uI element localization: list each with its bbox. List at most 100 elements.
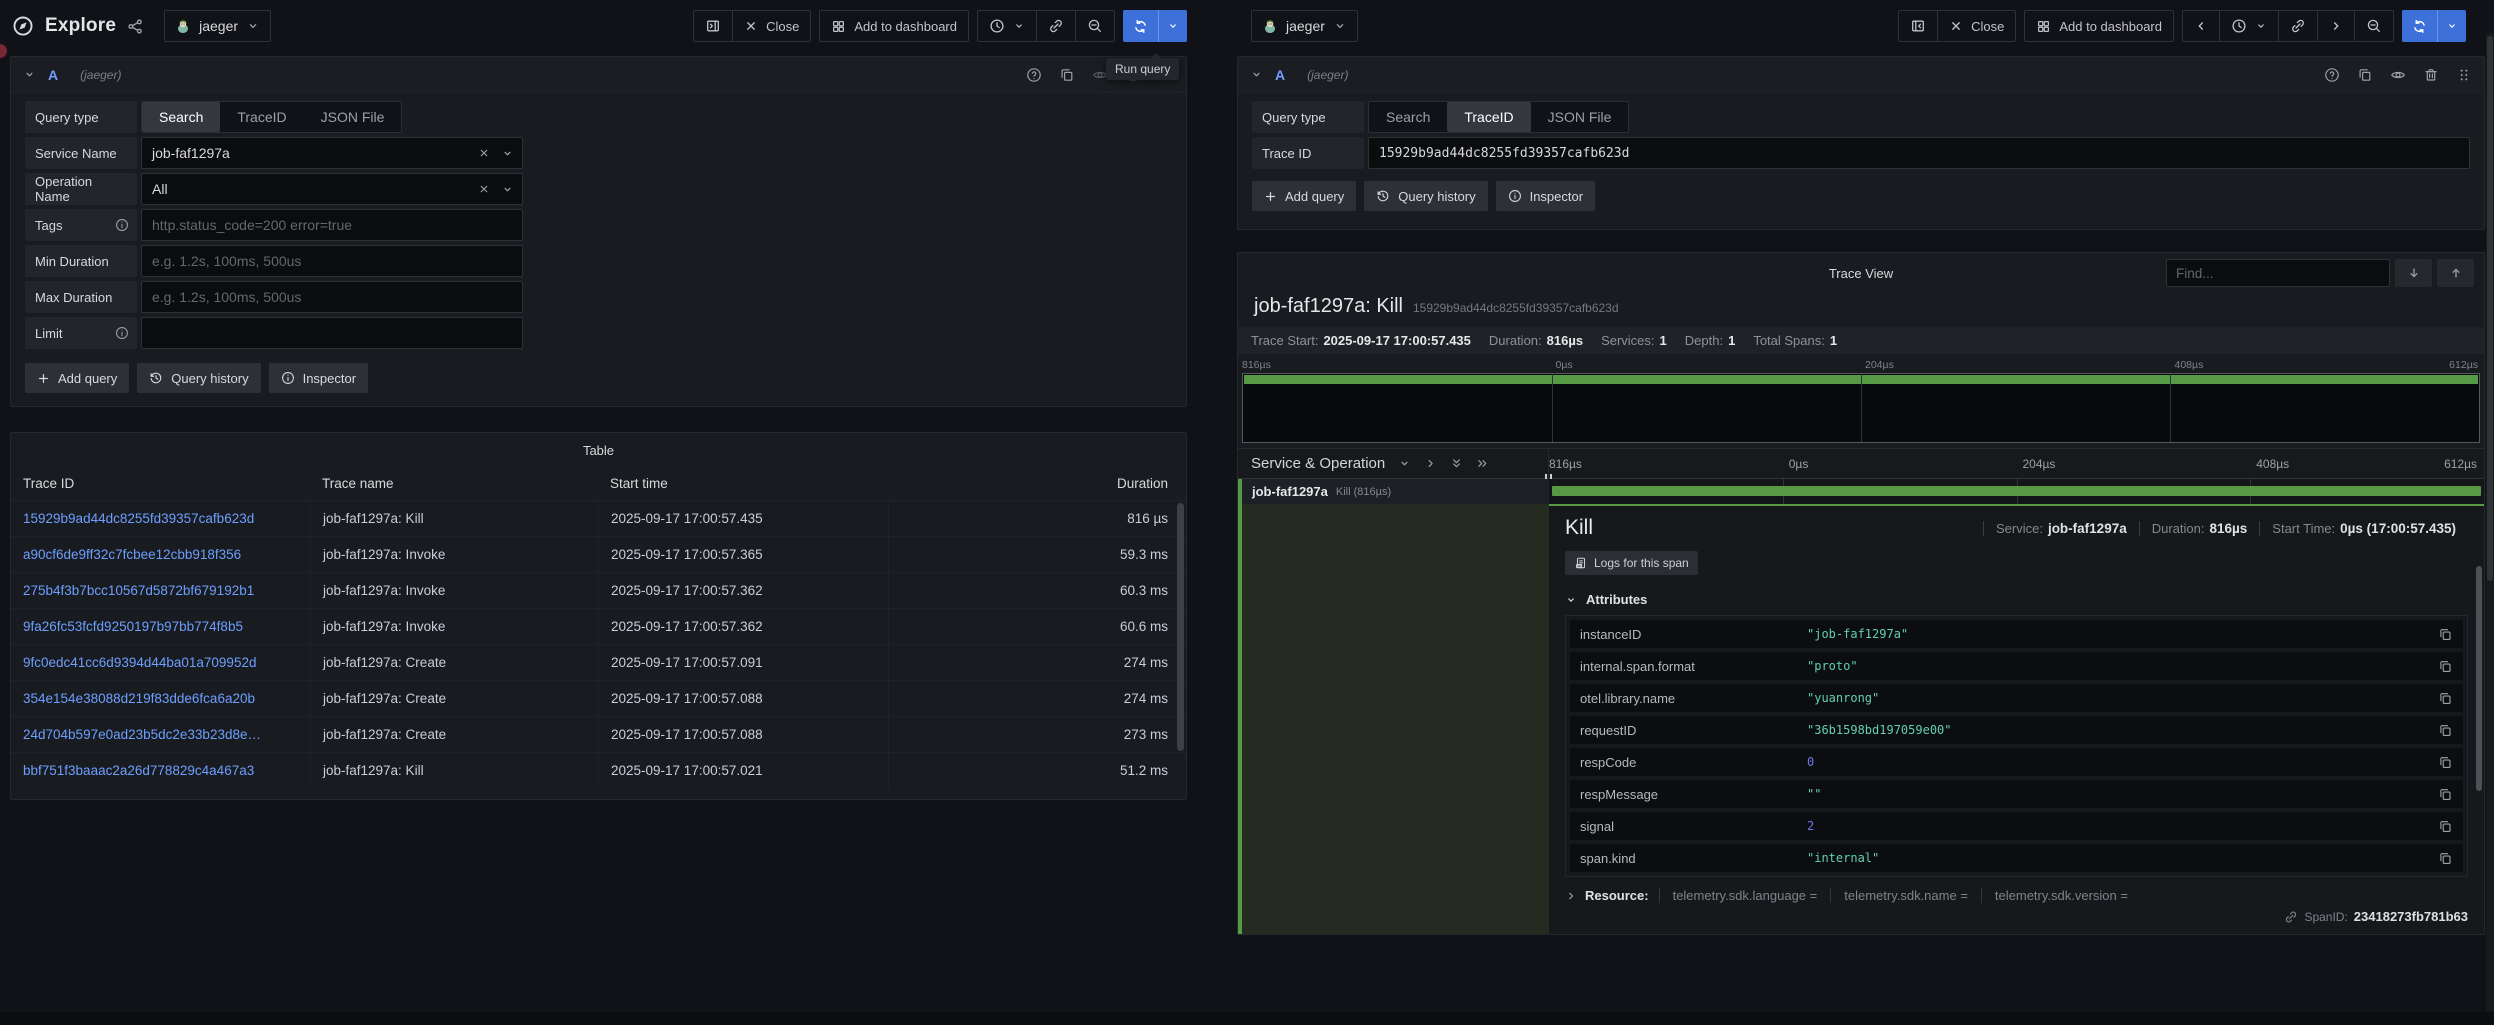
split-pane-button[interactable] — [1899, 11, 1937, 41]
duplicate-query-icon[interactable] — [2357, 67, 2373, 83]
clear-icon[interactable] — [478, 183, 490, 195]
close-pane-button[interactable]: Close — [732, 11, 810, 41]
query-history-button[interactable]: Query history — [137, 363, 260, 393]
max-duration-input[interactable]: e.g. 1.2s, 100ms, 500us — [141, 281, 523, 313]
time-picker-button[interactable] — [978, 11, 1036, 41]
datasource-picker-right[interactable]: jaeger — [1251, 10, 1358, 42]
collapse-chevron-icon[interactable] — [23, 68, 36, 81]
history-icon — [1376, 189, 1390, 203]
trace-id-link[interactable]: 24d704b597e0ad23b5dc2e33b23d8e… — [11, 727, 310, 742]
copy-value-icon[interactable] — [2438, 787, 2453, 802]
copy-value-icon[interactable] — [2438, 691, 2453, 706]
attributes-accordion-header[interactable]: Attributes — [1565, 592, 2468, 607]
trace-id-link[interactable]: bbf751f3baaac2a26d778829c4a467a3 — [11, 763, 310, 778]
span-link-icon[interactable] — [2284, 910, 2298, 924]
page-scrollbar-track — [2486, 33, 2494, 1011]
table-scrollbar[interactable] — [1177, 503, 1184, 751]
copy-value-icon[interactable] — [2438, 819, 2453, 834]
time-shift-forward-button[interactable] — [2317, 11, 2354, 41]
add-query-button[interactable]: Add query — [1252, 181, 1356, 211]
add-query-button[interactable]: Add query — [25, 363, 129, 393]
page-scrollbar-thumb[interactable] — [2487, 36, 2493, 581]
trace-id-input[interactable]: 15929b9ad44dc8255fd39357cafb623d — [1368, 137, 2470, 169]
logs-for-span-button[interactable]: Logs for this span — [1565, 551, 1698, 575]
column-header-trace-name[interactable]: Trace name — [310, 476, 598, 491]
run-query-button[interactable] — [1123, 10, 1187, 42]
minimap-canvas[interactable] — [1242, 373, 2480, 443]
detail-scrollbar[interactable] — [2476, 566, 2482, 791]
link-icon — [2290, 18, 2306, 34]
tags-input[interactable]: http.status_code=200 error=true — [141, 209, 523, 241]
disable-query-eye-icon[interactable] — [2390, 67, 2406, 83]
copy-value-icon[interactable] — [2438, 723, 2453, 738]
trace-id-link[interactable]: a90cf6de9ff32c7fcbee12cbb918f356 — [11, 547, 310, 562]
query-type-tab[interactable]: Search — [1369, 102, 1447, 132]
add-to-dashboard-button[interactable]: Add to dashboard — [2025, 11, 2173, 41]
query-row-header[interactable]: A (jaeger) — [11, 57, 1186, 93]
trace-id-link[interactable]: 275b4f3b7bcc10567d5872bf679192b1 — [11, 583, 310, 598]
min-duration-input[interactable]: e.g. 1.2s, 100ms, 500us — [141, 245, 523, 277]
query-type-tab[interactable]: JSON File — [1531, 102, 1629, 132]
resource-accordion-header[interactable]: Resource: — [1565, 888, 1649, 903]
split-pane-button[interactable] — [694, 11, 732, 41]
query-ref-id: A — [1275, 67, 1285, 83]
plus-icon — [1264, 190, 1277, 203]
help-icon[interactable] — [2324, 67, 2340, 83]
time-shift-back-button[interactable] — [2183, 11, 2219, 41]
add-to-dashboard-button[interactable]: Add to dashboard — [820, 11, 968, 41]
chevron-down-icon[interactable] — [1398, 457, 1411, 470]
chevron-down-icon[interactable] — [501, 147, 514, 160]
datasource-picker-left[interactable]: jaeger — [164, 10, 271, 42]
limit-input[interactable] — [141, 317, 523, 349]
zoom-out-time-button[interactable] — [2354, 11, 2393, 41]
trace-id-link[interactable]: 354e154e38088d219f83dde6fca6a20b — [11, 691, 310, 706]
span-row-label[interactable]: job-faf1297a Kill (816µs) — [1238, 479, 1549, 504]
copy-value-icon[interactable] — [2438, 659, 2453, 674]
time-picker-button[interactable] — [2219, 11, 2278, 41]
zoom-out-time-button[interactable] — [1075, 11, 1114, 41]
copy-value-icon[interactable] — [2438, 627, 2453, 642]
chevron-down-icon[interactable] — [501, 183, 514, 196]
query-type-tab[interactable]: Search — [142, 102, 220, 132]
query-type-tab[interactable]: TraceID — [1447, 102, 1530, 132]
trace-id-link[interactable]: 9fa26fc53fcfd9250197b97bb774f8b5 — [11, 619, 310, 634]
span-duration-bar[interactable] — [1552, 486, 2481, 496]
find-next-button[interactable] — [2395, 259, 2432, 287]
remove-query-trash-icon[interactable] — [2423, 67, 2439, 83]
expand-all-icon[interactable] — [1476, 457, 1489, 470]
operation-name-select[interactable]: All — [141, 173, 523, 205]
collapse-chevron-icon[interactable] — [1250, 68, 1263, 81]
trace-id-link[interactable]: 15929b9ad44dc8255fd39357cafb623d — [11, 511, 310, 526]
column-header-duration[interactable]: Duration — [888, 476, 1186, 491]
find-prev-button[interactable] — [2437, 259, 2474, 287]
query-type-tab[interactable]: JSON File — [304, 102, 402, 132]
run-query-button[interactable] — [2402, 10, 2466, 42]
clear-icon[interactable] — [478, 147, 490, 159]
query-history-button[interactable]: Query history — [1364, 181, 1487, 211]
arrow-up-icon — [2449, 266, 2463, 280]
collapse-all-icon[interactable] — [1450, 457, 1463, 470]
inspector-button[interactable]: Inspector — [1496, 181, 1595, 211]
query-type-tab[interactable]: TraceID — [220, 102, 303, 132]
share-icon[interactable] — [127, 18, 144, 35]
span-service-name: job-faf1297a — [1252, 484, 1328, 499]
copy-value-icon[interactable] — [2438, 755, 2453, 770]
inspector-button[interactable]: Inspector — [269, 363, 368, 393]
share-shortlink-button[interactable] — [1036, 11, 1075, 41]
close-pane-button[interactable]: Close — [1937, 11, 2015, 41]
share-shortlink-button[interactable] — [2278, 11, 2317, 41]
span-row[interactable]: job-faf1297a Kill (816µs) — [1238, 479, 2484, 504]
help-icon[interactable] — [1026, 67, 1042, 83]
query-row-header[interactable]: A (jaeger) — [1238, 57, 2484, 93]
minimap-tick-label: 408µs — [2175, 359, 2204, 371]
drag-handle-icon[interactable] — [2456, 67, 2472, 83]
chevron-right-icon[interactable] — [1424, 457, 1437, 470]
service-name-select[interactable]: job-faf1297a — [141, 137, 523, 169]
duplicate-query-icon[interactable] — [1059, 67, 1075, 83]
column-header-trace-id[interactable]: Trace ID — [11, 476, 310, 491]
copy-value-icon[interactable] — [2438, 851, 2453, 866]
column-header-start-time[interactable]: Start time — [598, 476, 888, 491]
trace-id-link[interactable]: 9fc0edc41cc6d9394d44ba01a709952d — [11, 655, 310, 670]
span-row-timeline[interactable] — [1549, 479, 2484, 504]
find-input[interactable]: Find... — [2166, 259, 2390, 287]
